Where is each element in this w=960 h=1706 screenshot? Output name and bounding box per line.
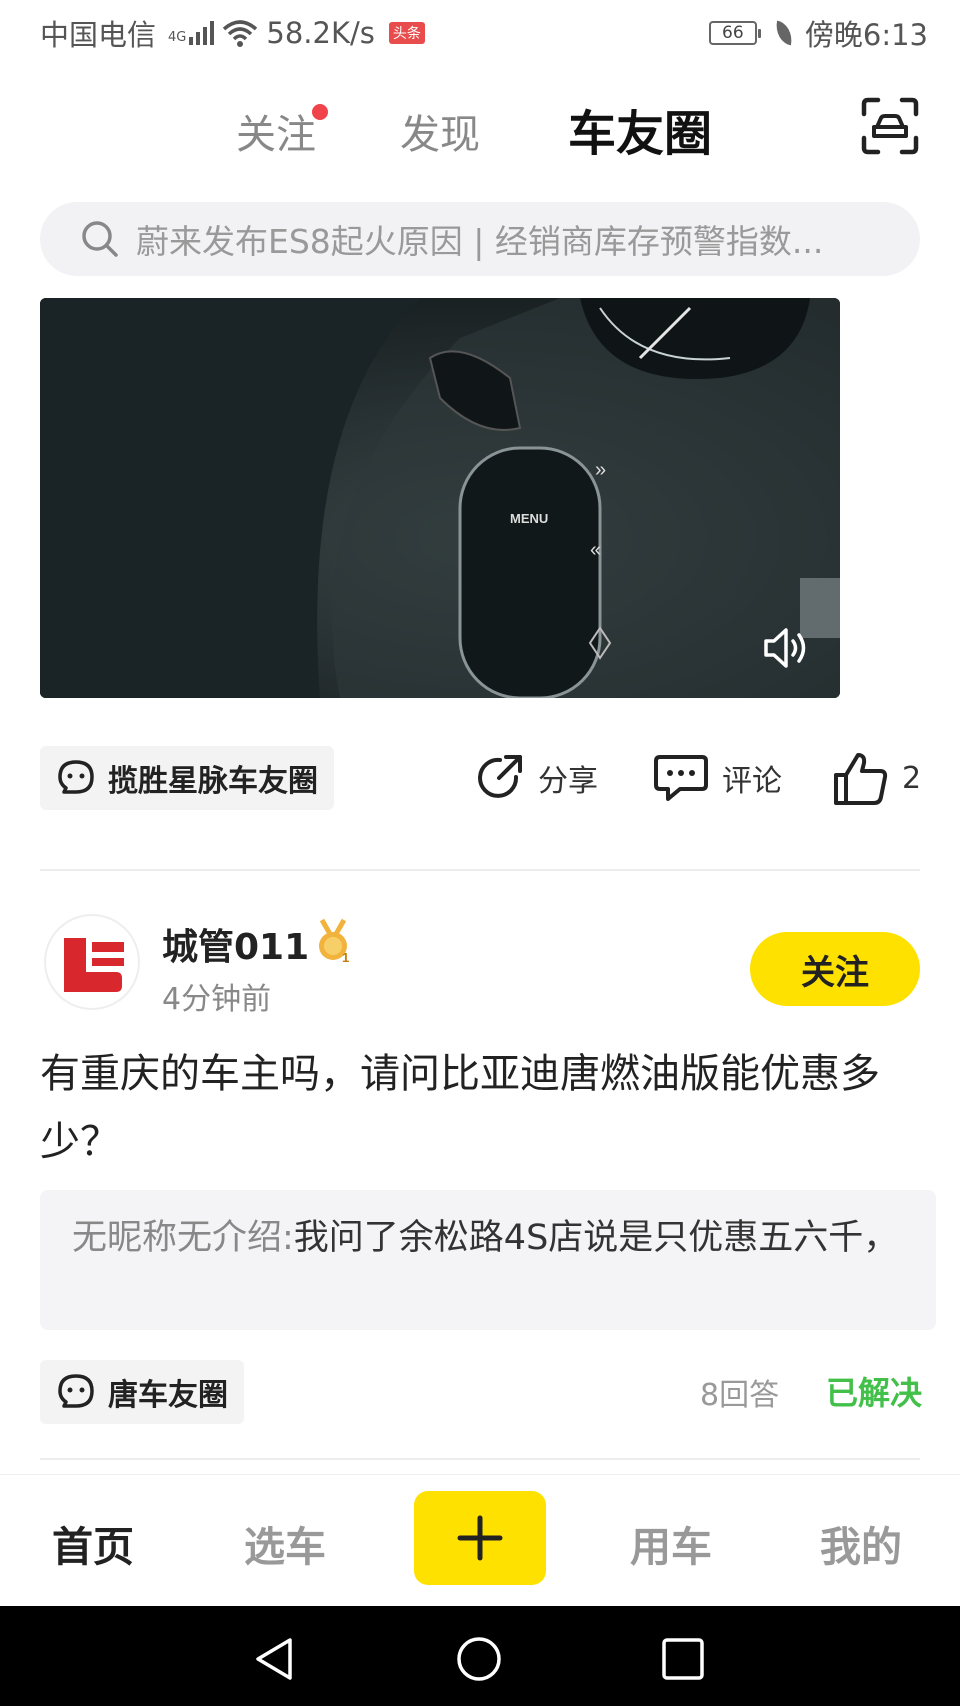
thumbs-up-icon (834, 753, 888, 805)
avatar[interactable] (44, 914, 140, 1010)
recents-icon[interactable] (660, 1636, 706, 1682)
comment-label: 评论 (722, 764, 782, 799)
video-frame-steering-wheel: MENU » « (40, 298, 840, 698)
chat-bubble-icon (58, 760, 94, 794)
comment-button[interactable]: 评论 (652, 746, 782, 810)
medal-level: 1 (342, 950, 349, 964)
battery-icon: 66 (708, 21, 761, 45)
post-button[interactable] (414, 1491, 546, 1585)
svg-text:MENU: MENU (510, 511, 548, 526)
post-title[interactable]: 有重庆的车主吗，请问比亚迪唐燃油版能优惠多少？ (40, 1040, 920, 1176)
circle-tag-range-rover-velar[interactable]: 揽胜星脉车友圈 (40, 746, 334, 810)
tab-home[interactable]: 首页 (52, 1513, 134, 1573)
signal-icon: 4G (166, 21, 215, 45)
answer-count[interactable]: 8回答 (700, 1370, 779, 1414)
wifi-icon (223, 20, 258, 47)
tab-mine[interactable]: 我的 (820, 1513, 902, 1573)
video-player[interactable]: MENU » « (40, 298, 840, 698)
post-divider (40, 869, 920, 871)
search-bar[interactable]: 蔚来发布ES8起火原因 | 经销商库存预警指数... (40, 202, 920, 276)
news-app-badge: 头条 (388, 22, 425, 44)
notification-dot (312, 104, 328, 120)
answer-author: 无昵称无介绍: (72, 1218, 294, 1258)
like-button[interactable]: 2 (832, 746, 921, 810)
bottom-tab-bar: 首页 选车 用车 我的 (0, 1474, 960, 1606)
tab-follow-label: 关注 (236, 112, 316, 158)
status-right: 66 傍晚6:13 (708, 12, 928, 54)
tab-car-circle[interactable]: 车友圈 (564, 94, 717, 164)
system-nav-bar (0, 1606, 960, 1706)
username[interactable]: 城管011 (162, 918, 309, 970)
tab-use-car[interactable]: 用车 (630, 1513, 712, 1573)
carrier-label: 中国电信 (40, 18, 157, 52)
solved-status: 已解决 (826, 1374, 923, 1412)
circle-tag-label: 唐车友圈 (108, 1378, 228, 1413)
follow-button[interactable]: 关注 (750, 932, 920, 1006)
tab-discover-label: 发现 (400, 112, 480, 158)
top-answer[interactable]: 无昵称无介绍:我问了余松路4S店说是只优惠五六千， (40, 1190, 936, 1330)
tab-car-circle-label: 车友圈 (568, 106, 713, 162)
status-bar: 中国电信 4G 58.2K/s 头条 66 傍晚6:13 (0, 0, 960, 66)
battery-level: 66 (722, 23, 744, 43)
medal-badge-icon: 1 (319, 918, 349, 964)
back-icon[interactable] (252, 1636, 298, 1682)
comment-icon (654, 755, 708, 801)
plus-icon (457, 1515, 503, 1561)
home-icon[interactable] (456, 1636, 502, 1682)
search-icon (82, 221, 118, 257)
tab-follow[interactable]: 关注 (236, 102, 328, 160)
svg-text:«: « (590, 539, 601, 561)
tab-choose-car[interactable]: 选车 (244, 1513, 326, 1573)
network-speed: 58.2K/s (266, 16, 375, 50)
post-divider (40, 1458, 920, 1460)
circle-tag-tang[interactable]: 唐车友圈 (40, 1360, 244, 1424)
share-icon (478, 755, 522, 798)
eco-leaf-icon (773, 20, 795, 46)
top-nav: 关注 发现 车友圈 (0, 84, 960, 174)
chat-bubble-icon (58, 1374, 94, 1408)
car-scan-icon[interactable] (860, 96, 920, 156)
svg-text:»: » (595, 459, 606, 481)
network-type-label: 4G (168, 30, 187, 45)
status-left: 中国电信 4G 58.2K/s 头条 (40, 12, 425, 54)
share-button[interactable]: 分享 (472, 746, 598, 810)
tab-discover[interactable]: 发现 (400, 102, 480, 160)
answer-text: 我问了余松路4S店说是只优惠五六千， (293, 1218, 899, 1258)
circle-tag-label: 揽胜星脉车友圈 (108, 764, 318, 799)
share-label: 分享 (538, 764, 598, 799)
volume-icon[interactable] (760, 624, 812, 672)
post-time: 4分钟前 (162, 982, 272, 1017)
like-count: 2 (902, 760, 922, 796)
user-logo-icon (64, 938, 124, 992)
search-placeholder: 蔚来发布ES8起火原因 | 经销商库存预警指数... (136, 222, 824, 261)
clock: 傍晚6:13 (804, 18, 928, 52)
